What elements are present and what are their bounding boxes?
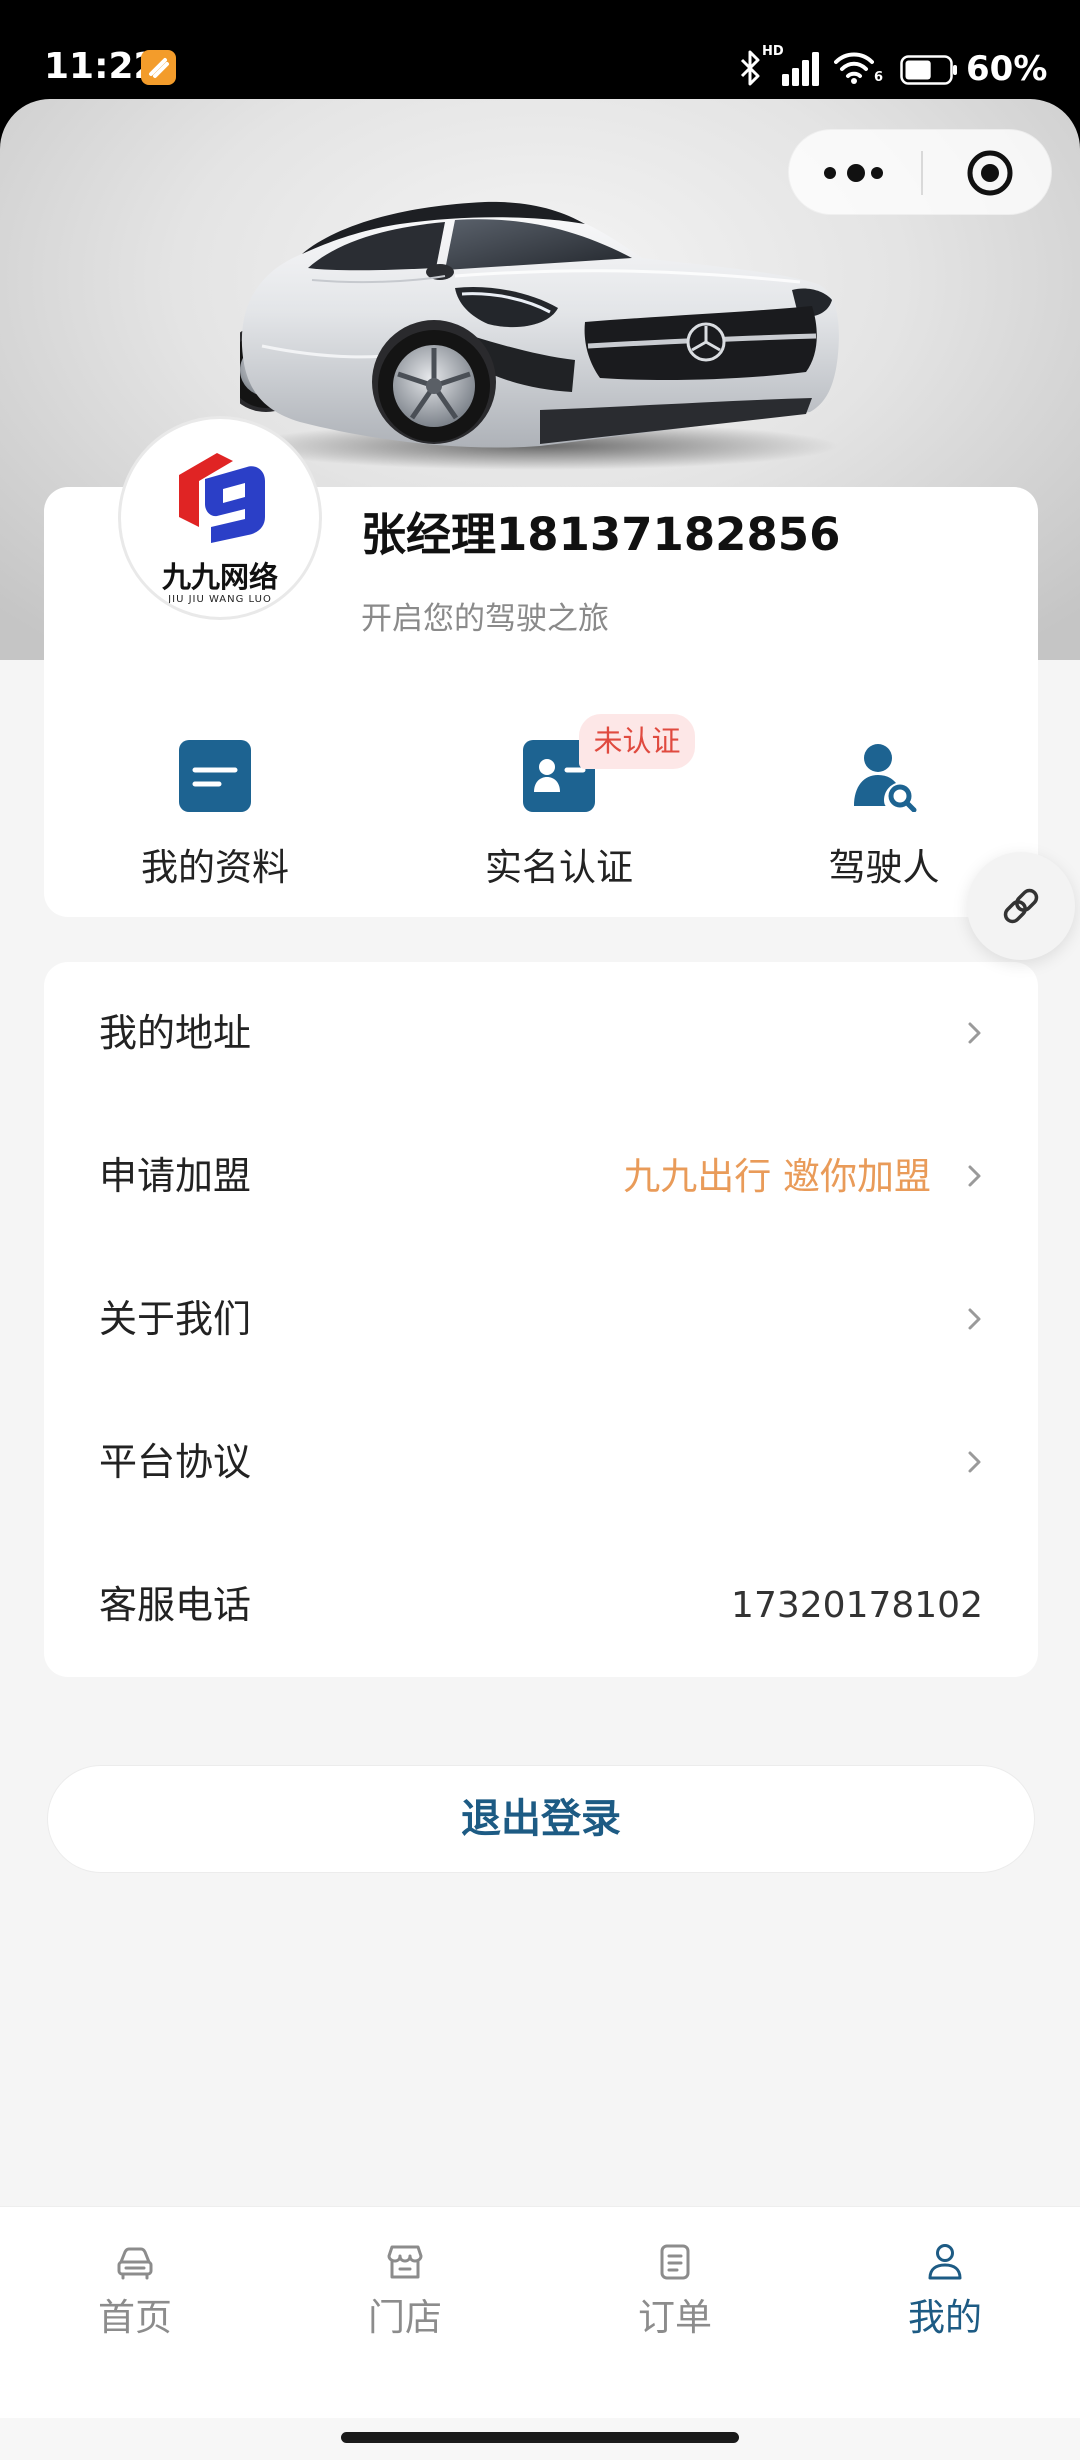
bottom-tab-bar: 首页 门店 订单 我的 (0, 2206, 1080, 2418)
profile-document-icon (179, 740, 251, 812)
gesture-area (0, 2418, 1080, 2460)
tab-label: 订单 (638, 2296, 712, 2339)
order-icon (660, 2244, 690, 2280)
battery-percent: 60% (966, 49, 1048, 89)
tab-store[interactable]: 门店 (270, 2207, 540, 2419)
user-name: 张经理18137182856 (361, 508, 841, 561)
menu-item-franchise[interactable]: 申请加盟 九九出行 邀你加盟 (44, 1105, 1038, 1248)
tab-label: 首页 (98, 2296, 172, 2339)
user-subtitle: 开启您的驾驶之旅 (361, 601, 609, 637)
menu-item-label: 平台协议 (99, 1440, 252, 1484)
home-indicator[interactable] (341, 2432, 739, 2443)
menu-item-label: 申请加盟 (99, 1154, 252, 1198)
close-target-icon[interactable] (960, 143, 1020, 203)
menu-item-address[interactable]: 我的地址 (44, 962, 1038, 1105)
menu-item-about-us[interactable]: 关于我们 (44, 1248, 1038, 1391)
franchise-promo-text: 九九出行 邀你加盟 (623, 1155, 931, 1198)
store-icon (387, 2245, 423, 2279)
tab-label: 我的 (908, 2296, 982, 2339)
avatar[interactable]: 九九网络 JIU JIU WANG LUO (118, 416, 322, 620)
customer-service-phone[interactable]: 17320178102 (731, 1534, 983, 1677)
tab-label: 门店 (368, 2296, 442, 2339)
action-label: 我的资料 (141, 846, 289, 889)
logo-text-cn: 九九网络 (161, 560, 278, 594)
chevron-right-icon (968, 1308, 981, 1330)
app-notification-icon (141, 50, 176, 85)
tab-mine[interactable]: 我的 (810, 2207, 1080, 2419)
tab-home[interactable]: 首页 (0, 2207, 270, 2419)
menu-item-agreement[interactable]: 平台协议 (44, 1391, 1038, 1534)
driver-search-icon (854, 744, 917, 812)
more-dots-icon[interactable] (789, 130, 921, 216)
link-button[interactable] (967, 852, 1075, 960)
tab-orders[interactable]: 订单 (540, 2207, 810, 2419)
bluetooth-icon (740, 50, 760, 86)
menu-item-label: 我的地址 (99, 1011, 252, 1055)
car-image (240, 201, 839, 470)
menu-item-label: 关于我们 (99, 1297, 252, 1341)
company-logo-icon (179, 453, 265, 543)
capsule-divider (921, 151, 923, 195)
logo-text-en: JIU JIU WANG LUO (168, 594, 272, 605)
user-icon (928, 2244, 962, 2280)
action-label: 实名认证 (485, 846, 633, 889)
menu-item-customer-service[interactable]: 客服电话 17320178102 (44, 1534, 1038, 1677)
car-icon (117, 2247, 153, 2280)
battery-icon (900, 55, 957, 85)
wifi-generation-label: 6 (874, 70, 884, 85)
wifi-icon (834, 52, 874, 84)
chevron-right-icon (968, 1022, 981, 1044)
logout-button[interactable]: 退出登录 (47, 1765, 1035, 1873)
action-my-profile[interactable]: 我的资料 (85, 727, 345, 907)
chevron-right-icon (968, 1451, 981, 1473)
link-icon (1003, 888, 1039, 924)
signal-icon (782, 52, 819, 86)
chevron-right-icon (968, 1165, 981, 1187)
unverified-badge: 未认证 (579, 714, 695, 769)
menu-item-label: 客服电话 (99, 1583, 252, 1627)
mini-program-capsule (788, 129, 1052, 215)
menu-list: 我的地址 申请加盟 九九出行 邀你加盟 关于我们 平台协议 客服电话 17320… (44, 962, 1038, 1677)
